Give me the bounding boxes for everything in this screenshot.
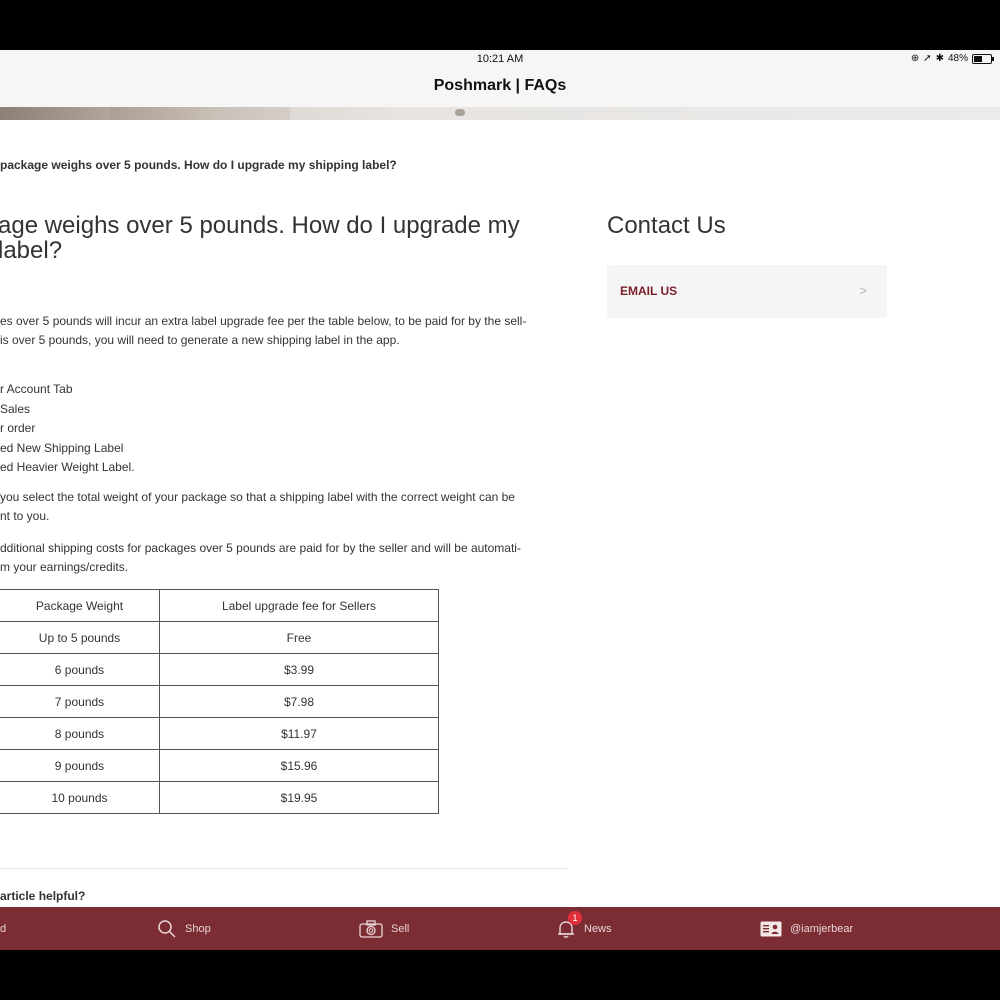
article-title: age weighs over 5 pounds. How do I upgra… xyxy=(0,213,558,263)
list-item: ed New Shipping Label xyxy=(0,440,124,455)
breadcrumb: package weighs over 5 pounds. How do I u… xyxy=(0,158,397,172)
text-line: you select the total weight of your pack… xyxy=(0,490,515,504)
location-icon: ➚ xyxy=(923,53,932,64)
fee-table: Package Weight Label upgrade fee for Sel… xyxy=(0,589,439,814)
table-cell: 7 pounds xyxy=(0,685,160,718)
table-cell: 9 pounds xyxy=(0,749,160,782)
tab-label: d xyxy=(0,922,7,935)
steps-list: r Account Tab Sales r order ed New Shipp… xyxy=(0,380,135,478)
table-row: 8 pounds $11.97 xyxy=(0,717,439,750)
table-cell: Up to 5 pounds xyxy=(0,621,160,654)
intro-paragraph: es over 5 pounds will incur an extra lab… xyxy=(0,312,560,350)
tab-label: Shop xyxy=(185,922,211,935)
notification-badge: 1 xyxy=(568,911,582,925)
table-cell: $7.98 xyxy=(159,685,439,718)
tab-news[interactable]: News xyxy=(556,907,612,950)
battery-icon xyxy=(972,53,994,64)
table-row: Up to 5 pounds Free xyxy=(0,621,439,654)
profile-card-icon xyxy=(760,921,782,936)
email-us-button[interactable]: EMAIL US > xyxy=(607,265,887,318)
table-header: Package Weight xyxy=(0,589,160,622)
table-cell: 8 pounds xyxy=(0,717,160,750)
contact-title: Contact Us xyxy=(607,212,726,239)
costs-paragraph: dditional shipping costs for packages ov… xyxy=(0,539,560,577)
text-line: dditional shipping costs for packages ov… xyxy=(0,541,521,555)
list-item: Sales xyxy=(0,401,31,416)
nav-bar: 10:21 AM ⊕ ➚ ✱ 48% Poshmark | FAQs xyxy=(0,50,1000,108)
table-header-row: Package Weight Label upgrade fee for Sel… xyxy=(0,589,439,622)
status-time: 10:21 AM xyxy=(476,53,524,65)
table-row: 10 pounds $19.95 xyxy=(0,781,439,814)
select-weight-paragraph: you select the total weight of your pack… xyxy=(0,488,560,526)
tab-shop[interactable]: Shop xyxy=(157,907,211,950)
divider xyxy=(0,868,567,869)
tab-feed[interactable]: d xyxy=(0,907,6,950)
tab-label: @iamjerbear xyxy=(790,922,854,935)
status-icons: ⊕ ➚ ✱ 48% xyxy=(910,53,994,64)
table-cell: $11.97 xyxy=(159,717,439,750)
email-us-label: EMAIL US xyxy=(620,284,678,298)
text-line: is over 5 pounds, you will need to gener… xyxy=(0,333,400,347)
list-item: r order xyxy=(0,421,36,435)
table-cell: Free xyxy=(159,621,439,654)
tab-profile[interactable]: @iamjerbear xyxy=(760,907,853,950)
text-line: m your earnings/credits. xyxy=(0,560,129,574)
camera-icon xyxy=(359,919,383,938)
orientation-lock-icon: ⊕ xyxy=(910,53,920,64)
helpful-question: article helpful? xyxy=(0,889,86,903)
chevron-right-icon: > xyxy=(859,283,867,298)
tab-label: News xyxy=(584,922,612,935)
tab-sell[interactable]: Sell xyxy=(359,907,409,950)
table-row: 9 pounds $15.96 xyxy=(0,749,439,782)
table-header: Label upgrade fee for Sellers xyxy=(159,589,439,622)
article-title-line: age weighs over 5 pounds. How do I upgra… xyxy=(0,212,520,239)
table-cell: 6 pounds xyxy=(0,653,160,686)
table-cell: 10 pounds xyxy=(0,781,160,814)
bluetooth-icon: ✱ xyxy=(935,53,944,64)
tab-label: Sell xyxy=(391,922,410,935)
table-row: 7 pounds $7.98 xyxy=(0,685,439,718)
page-title: Poshmark | FAQs xyxy=(433,77,567,94)
search-icon xyxy=(158,919,176,938)
article-title-line: label? xyxy=(0,237,63,264)
table-cell: $15.96 xyxy=(159,749,439,782)
list-item: r Account Tab xyxy=(0,382,73,396)
hero-image xyxy=(0,107,1000,120)
table-cell: $3.99 xyxy=(159,653,439,686)
text-line: nt to you. xyxy=(0,509,50,523)
tab-bar: d Shop Sell News 1 @iamjerbear xyxy=(0,907,1000,950)
table-row: 6 pounds $3.99 xyxy=(0,653,439,686)
list-item: ed Heavier Weight Label. xyxy=(0,460,135,474)
battery-percent: 48% xyxy=(947,53,968,64)
text-line: es over 5 pounds will incur an extra lab… xyxy=(0,314,527,328)
table-cell: $19.95 xyxy=(159,781,439,814)
app-screen: 10:21 AM ⊕ ➚ ✱ 48% Poshmark | FAQs packa… xyxy=(0,50,1000,950)
